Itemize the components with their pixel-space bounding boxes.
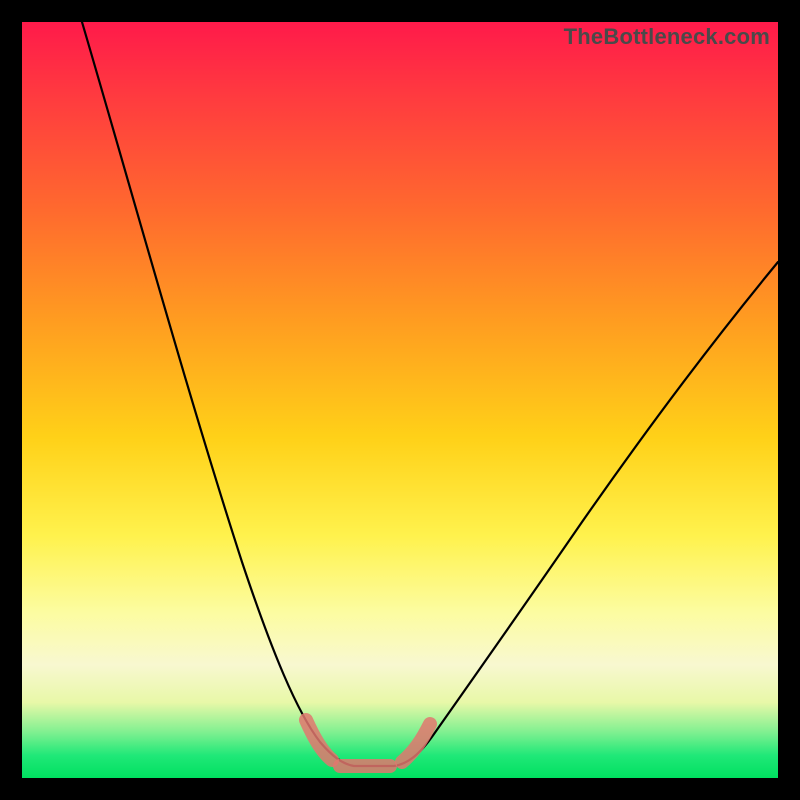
curve-layer	[22, 22, 778, 778]
optimal-bracket-right	[402, 724, 430, 762]
bottleneck-curve	[82, 22, 778, 766]
outer-frame: TheBottleneck.com	[0, 0, 800, 800]
optimal-bracket-left	[306, 720, 332, 760]
gradient-plot-area: TheBottleneck.com	[22, 22, 778, 778]
